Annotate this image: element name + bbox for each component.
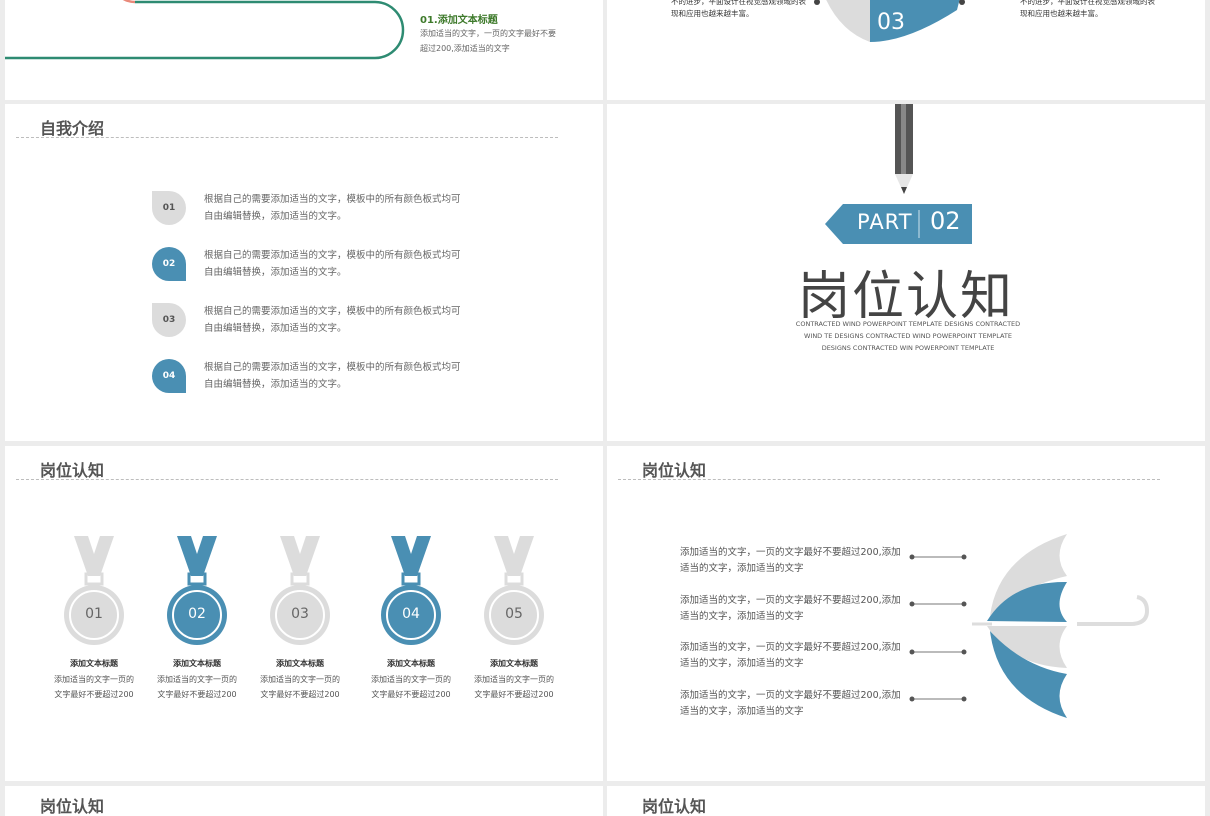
medal-title: 添加文本标题 (490, 659, 538, 668)
medal-icon (64, 536, 124, 645)
title-divider (16, 479, 558, 480)
medal-number: 01 (85, 606, 103, 622)
section-heading: 01.添加文本标题 (420, 15, 498, 26)
part-number: 02 (930, 207, 961, 235)
slide-thumbnail-4[interactable]: PART 02 岗位认知 CONTRACTED WIND POWERPOINT … (607, 104, 1205, 441)
medal-number: 02 (188, 606, 206, 622)
slide-title: 岗位认知 (40, 797, 105, 816)
medal-number: 03 (291, 606, 309, 622)
slide-thumbnail-3[interactable]: 自我介绍 01 根据自己的需要添加适当的文字，模板中的所有颜色板式均可自由编辑替… (5, 104, 603, 441)
slide-title: 岗位认知 (642, 797, 707, 816)
slide-thumbnail-6[interactable]: 岗位认知 添加适当的文字，一页的文字最好不要超过200,添加适当的文字，添加适当… (607, 446, 1205, 781)
umbrella-item-text: 添加适当的文字，一页的文字最好不要超过200,添加适当的文字，添加适当的文字 (680, 547, 901, 574)
medal-desc: 添加适当的文字一页的文字最好不要超过200 (54, 675, 134, 699)
medal-icon (167, 536, 227, 645)
title-divider (16, 137, 558, 138)
slide-thumbnail-5[interactable]: 岗位认知 01 添加文本标题 添加适当的文字一页的文字最好不要超过200 02 … (5, 446, 603, 781)
slide-thumbnail-2[interactable]: 不的进步，平面设计在视觉感观领域的表现和应用也越来越丰富。 不的进步，平面设计在… (607, 0, 1205, 100)
item-text: 根据自己的需要添加适当的文字，模板中的所有颜色板式均可自由编辑替换，添加适当的文… (204, 306, 461, 334)
slide-title: 岗位认知 (642, 461, 707, 480)
number-badge: 01 (152, 191, 186, 225)
umbrella-item-text: 添加适当的文字，一页的文字最好不要超过200,添加适当的文字，添加适当的文字 (680, 595, 901, 622)
item-text: 根据自己的需要添加适当的文字，模板中的所有颜色板式均可自由编辑替换，添加适当的文… (204, 250, 461, 278)
medal-icon (381, 536, 441, 645)
medal-desc: 添加适当的文字一页的文字最好不要超过200 (157, 675, 237, 699)
list-item: 04 根据自己的需要添加适当的文字，模板中的所有颜色板式均可自由编辑替换，添加适… (152, 359, 472, 395)
english-subtitle: CONTRACTED WIND POWERPOINT TEMPLATE DESI… (795, 320, 1021, 352)
circle-diagram (814, 0, 965, 42)
slide-title: 岗位认知 (40, 461, 105, 480)
medal-number: 04 (402, 606, 420, 622)
number-badge: 03 (152, 303, 186, 337)
slide-thumbnail-7[interactable]: 岗位认知 (5, 786, 603, 816)
right-caption: 不的进步，平面设计在视觉感观领域的表现和应用也越来越丰富。 (1020, 0, 1155, 18)
section-text: 添加适当的文字，一页的文字最好不要超过200,添加适当的文字 (420, 29, 556, 53)
number-badge: 04 (152, 359, 186, 393)
umbrella-item-text: 添加适当的文字，一页的文字最好不要超过200,添加适当的文字，添加适当的文字 (680, 642, 901, 669)
list-item: 03 根据自己的需要添加适当的文字，模板中的所有颜色板式均可自由编辑替换，添加适… (152, 303, 472, 339)
medal-desc: 添加适当的文字一页的文字最好不要超过200 (371, 675, 451, 699)
medal-number: 05 (505, 606, 523, 622)
medal-title: 添加文本标题 (387, 659, 435, 668)
title-divider (618, 479, 1160, 480)
medal-title: 添加文本标题 (276, 659, 324, 668)
circle-number: 03 (877, 10, 905, 35)
slide-thumbnail-1[interactable]: 01.添加文本标题 添加适当的文字，一页的文字最好不要超过200,添加适当的文字 (5, 0, 603, 100)
pencil-icon (895, 104, 913, 194)
medal-title: 添加文本标题 (70, 659, 118, 668)
medal-title: 添加文本标题 (173, 659, 221, 668)
item-text: 根据自己的需要添加适当的文字，模板中的所有颜色板式均可自由编辑替换，添加适当的文… (204, 362, 461, 390)
medal-icon (484, 536, 544, 645)
slide-title: 自我介绍 (40, 119, 105, 138)
list-item: 02 根据自己的需要添加适当的文字，模板中的所有颜色板式均可自由编辑替换，添加适… (152, 247, 472, 283)
left-caption: 不的进步，平面设计在视觉感观领域的表现和应用也越来越丰富。 (671, 0, 806, 18)
medal-desc: 添加适当的文字一页的文字最好不要超过200 (474, 675, 554, 699)
part-label: PART (857, 210, 913, 234)
list-item: 01 根据自己的需要添加适当的文字，模板中的所有颜色板式均可自由编辑替换，添加适… (152, 191, 472, 227)
umbrella-icon (909, 534, 1150, 718)
slide-thumbnail-8[interactable]: 岗位认知 (607, 786, 1205, 816)
number-badge: 02 (152, 247, 186, 281)
medal-desc: 添加适当的文字一页的文字最好不要超过200 (260, 675, 340, 699)
item-text: 根据自己的需要添加适当的文字，模板中的所有颜色板式均可自由编辑替换，添加适当的文… (204, 194, 461, 222)
umbrella-item-text: 添加适当的文字，一页的文字最好不要超过200,添加适当的文字，添加适当的文字 (680, 690, 901, 717)
medal-icon (270, 536, 330, 645)
